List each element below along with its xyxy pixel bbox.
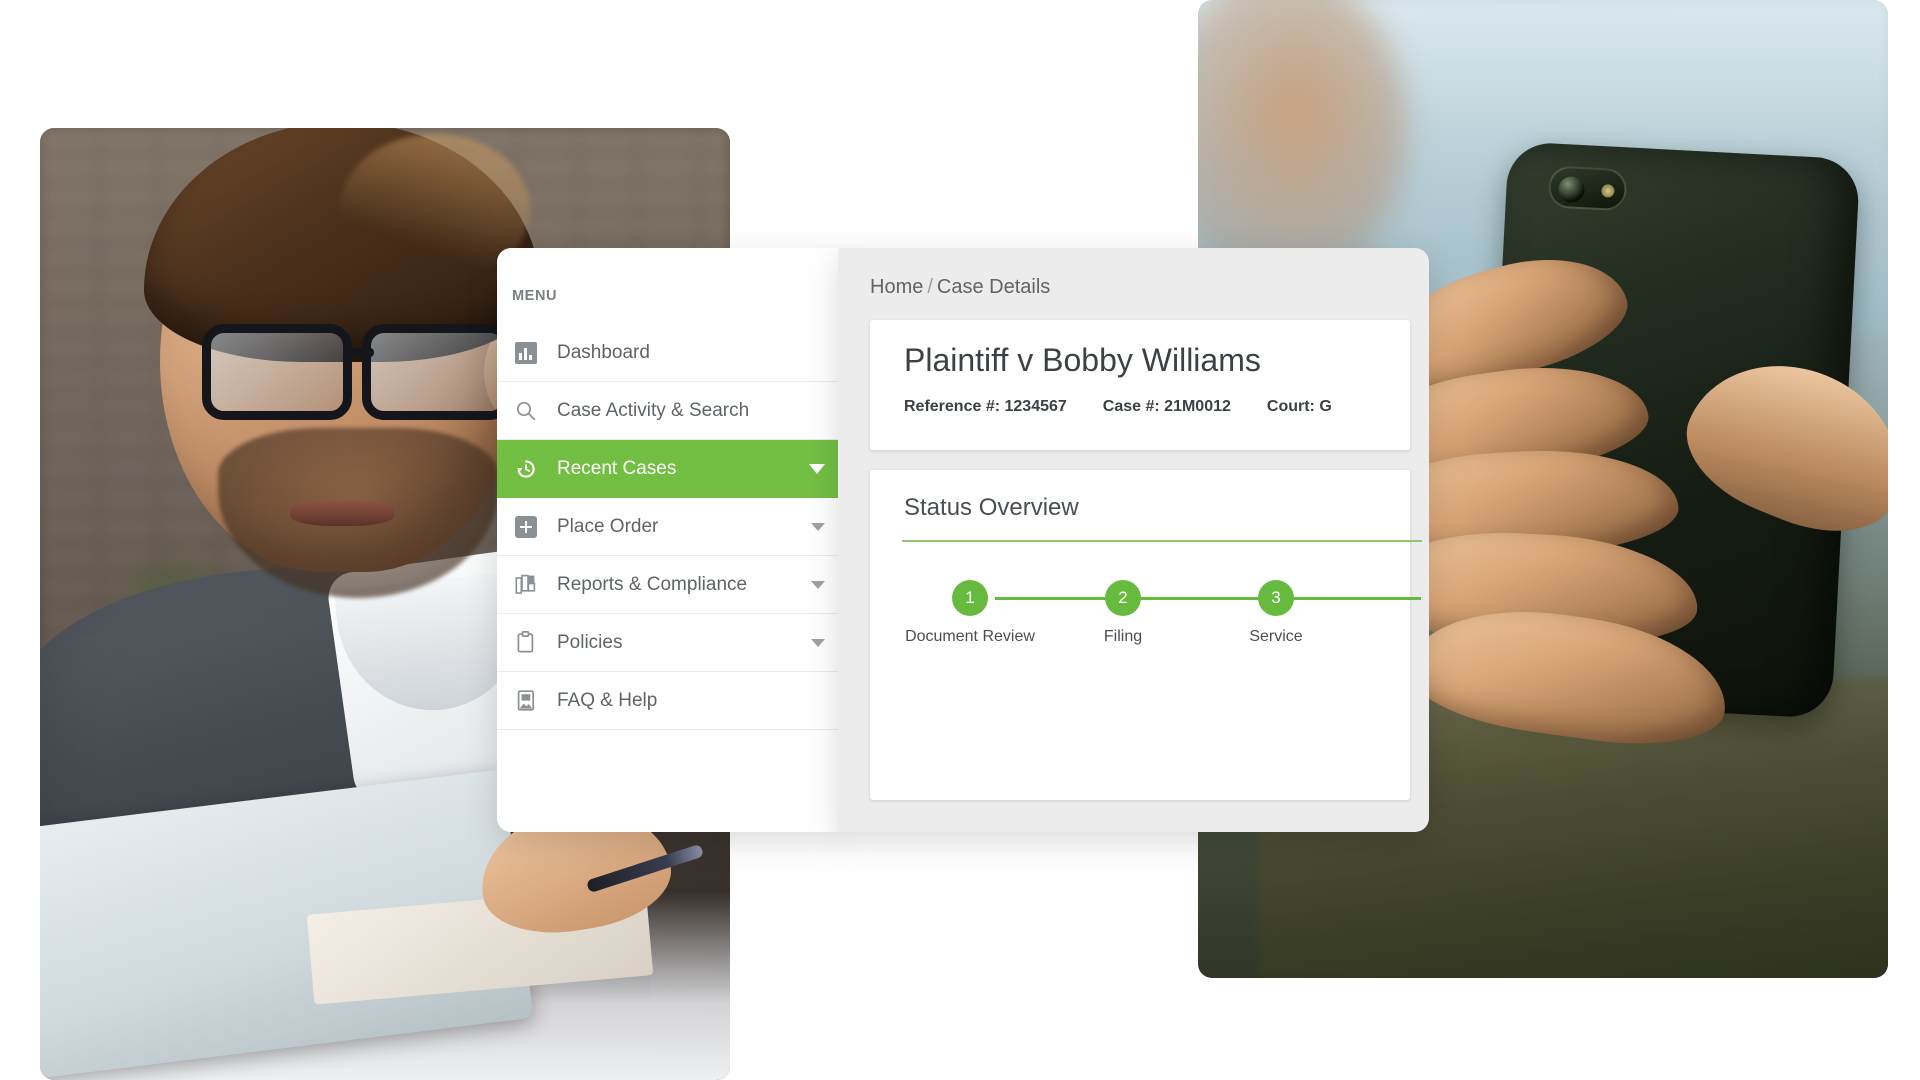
sidebar-item-place-order[interactable]: Place Order [497, 498, 841, 556]
right-lens [362, 324, 512, 420]
step-service[interactable]: 3 Service [1201, 580, 1351, 646]
app-window: MENU Dashboard Case Activity & Search Re… [497, 248, 1429, 832]
status-divider [902, 540, 1422, 542]
sidebar-item-faq-help[interactable]: FAQ & Help [497, 672, 841, 730]
case-meta-reference: Reference #: 1234567 [904, 398, 1067, 416]
meta-value: 21M0012 [1164, 398, 1231, 415]
sidebar-title: MENU [512, 288, 558, 304]
case-meta-row: Reference #: 1234567 Case #: 21M0012 Cou… [904, 398, 1332, 416]
step-label: Document Review [905, 628, 1035, 645]
sidebar-item-case-activity-search[interactable]: Case Activity & Search [497, 382, 841, 440]
eyeglasses [202, 324, 633, 424]
status-overview-card: Status Overview 1 Document Review 2 Fili… [870, 470, 1422, 800]
chevron-down-icon[interactable] [809, 463, 825, 474]
sidebar-item-label: Policies [557, 631, 623, 653]
case-meta-case-number: Case #: 21M0012 [1103, 398, 1231, 416]
sidebar-item-label: Reports & Compliance [557, 573, 748, 595]
sidebar-item-label: Recent Cases [557, 457, 677, 479]
chevron-down-icon[interactable] [811, 580, 825, 589]
sidebar-item-recent-cases[interactable]: Recent Cases [497, 440, 841, 498]
sidebar-item-label: FAQ & Help [557, 689, 658, 711]
clipboard-icon [513, 630, 539, 656]
meta-label: Court: [1266, 398, 1315, 415]
case-summary-card: Plaintiff v Bobby Williams Reference #: … [870, 320, 1410, 450]
books-icon [513, 572, 539, 598]
step-number-badge: 1 [952, 580, 988, 616]
chevron-down-icon[interactable] [811, 522, 825, 531]
sidebar-item-label: Case Activity & Search [557, 399, 750, 421]
mouth [290, 500, 394, 526]
step-label: Service [1249, 628, 1303, 645]
status-overview-heading: Status Overview [904, 494, 1079, 521]
sidebar-menu-list: Dashboard Case Activity & Search Recent … [497, 324, 841, 730]
search-icon [513, 398, 539, 424]
history-icon [513, 456, 539, 482]
chevron-down-icon[interactable] [811, 638, 825, 647]
bar-chart-icon [513, 340, 539, 366]
meta-value: 1234567 [1004, 398, 1067, 415]
help-book-icon [513, 688, 539, 714]
step-filing[interactable]: 2 Filing [1048, 580, 1198, 646]
step-number-badge: 3 [1258, 580, 1294, 616]
camera-flash [1601, 184, 1615, 198]
sidebar-item-label: Place Order [557, 515, 659, 537]
camera-lens [1557, 175, 1586, 204]
meta-value: G [1319, 398, 1332, 415]
page-root: MENU Dashboard Case Activity & Search Re… [0, 0, 1920, 1080]
page-title: Plaintiff v Bobby Williams [904, 342, 1261, 378]
left-lens [202, 324, 352, 420]
breadcrumb: Home / Case Details [870, 276, 1050, 299]
breadcrumb-separator: / [927, 276, 933, 298]
step-label: Filing [1103, 628, 1143, 645]
step-number-badge: 2 [1105, 580, 1141, 616]
status-stepper: 1 Document Review 2 Filing 3 Service [890, 580, 1429, 670]
breadcrumb-home-link[interactable]: Home [870, 276, 923, 298]
sidebar: MENU Dashboard Case Activity & Search Re… [497, 248, 841, 832]
glasses-bridge [350, 348, 374, 357]
case-meta-court: Court: G [1267, 398, 1332, 416]
meta-label: Reference #: [904, 398, 1001, 415]
sidebar-item-dashboard[interactable]: Dashboard [497, 324, 841, 382]
plus-square-icon [513, 514, 539, 540]
step-document-review[interactable]: 1 Document Review [895, 580, 1045, 646]
breadcrumb-current: Case Details [936, 276, 1051, 298]
sidebar-item-policies[interactable]: Policies [497, 614, 841, 672]
phone-camera-icon [1547, 165, 1628, 212]
sidebar-item-reports-compliance[interactable]: Reports & Compliance [497, 556, 841, 614]
meta-label: Case #: [1102, 398, 1160, 415]
sidebar-item-label: Dashboard [557, 341, 650, 363]
main-content: Home / Case Details Plaintiff v Bobby Will… [838, 248, 1429, 832]
